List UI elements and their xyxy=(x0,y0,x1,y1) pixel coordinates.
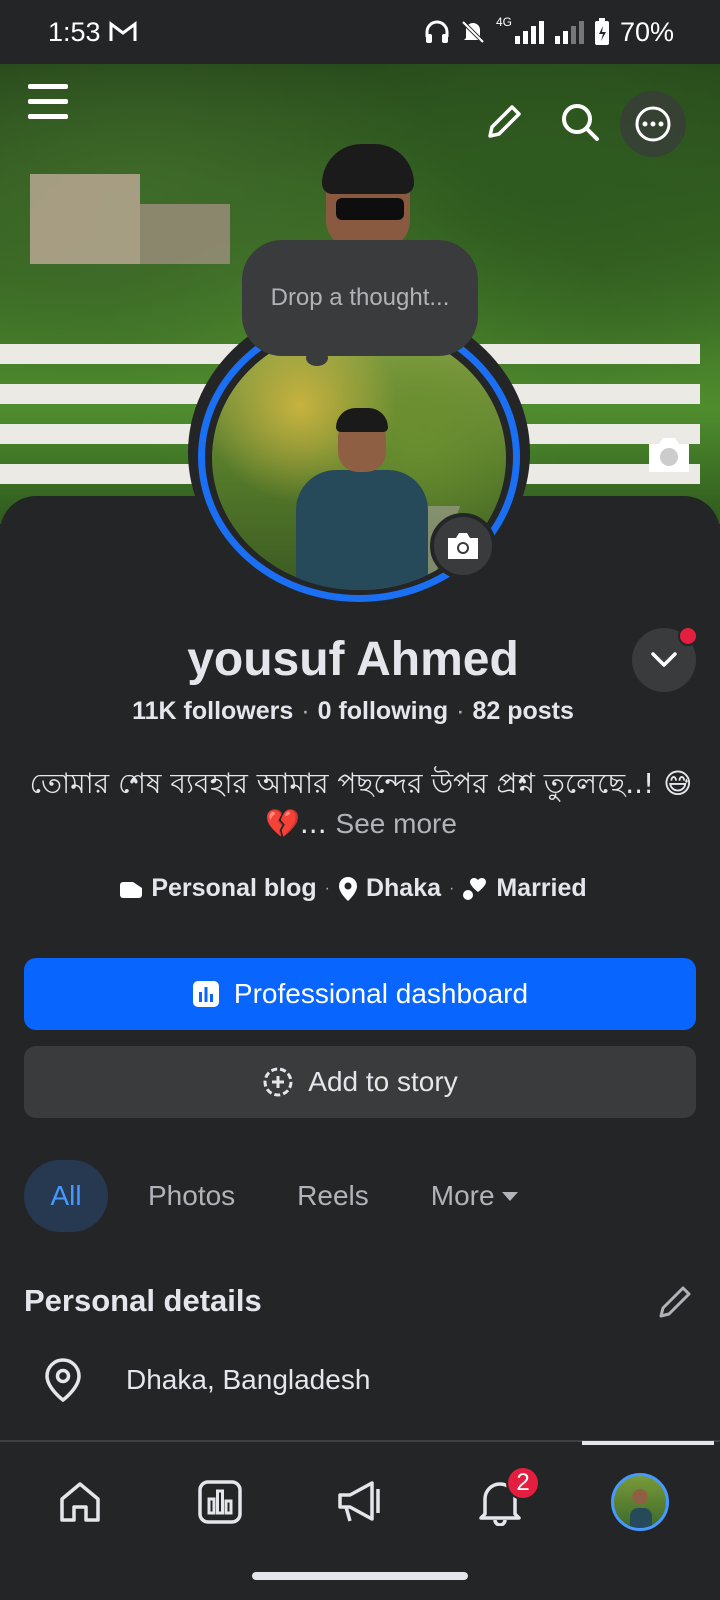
drop-thought-bubble[interactable]: Drop a thought... xyxy=(242,240,478,356)
battery-icon xyxy=(594,18,609,45)
posts-count[interactable]: 82 posts xyxy=(472,697,573,725)
bar-chart-icon xyxy=(192,981,219,1007)
professional-dashboard-label: Professional dashboard xyxy=(233,978,529,1009)
location-pin-icon xyxy=(45,1358,81,1402)
edit-cover-photo-button[interactable] xyxy=(644,432,694,476)
more-dots-icon xyxy=(635,106,671,142)
thought-placeholder: Drop a thought... xyxy=(270,284,450,311)
followers-count[interactable]: 11K followers xyxy=(132,697,293,725)
edit-details-button[interactable] xyxy=(656,1283,696,1323)
caret-down-icon xyxy=(501,1192,518,1201)
add-story-icon xyxy=(263,1067,293,1097)
pencil-icon xyxy=(659,1286,691,1318)
cover-person-sunglasses xyxy=(336,198,404,220)
current-city-text: Dhaka, Bangladesh xyxy=(126,1364,371,1395)
home-indicator[interactable] xyxy=(252,1572,468,1580)
camera-icon xyxy=(649,438,689,472)
detail-location: Dhaka xyxy=(338,874,441,903)
tab-photos[interactable]: Photos xyxy=(128,1160,255,1232)
battery-level: 70% xyxy=(619,16,674,47)
search-icon xyxy=(562,104,599,141)
nav-home[interactable] xyxy=(30,1452,130,1552)
add-to-story-button[interactable]: Add to story xyxy=(24,1046,696,1118)
megaphone-icon xyxy=(338,1481,380,1522)
chevron-down-icon xyxy=(651,652,677,667)
hamburger-icon xyxy=(28,84,68,119)
intro-details: Personal blog · Dhaka · Married xyxy=(0,874,706,903)
notification-dot xyxy=(678,626,698,646)
nav-dashboard[interactable] xyxy=(170,1452,270,1552)
tab-reels[interactable]: Reels xyxy=(277,1160,389,1232)
hearts-icon xyxy=(463,877,487,900)
status-left: 1:53 xyxy=(48,17,137,48)
following-count[interactable]: 0 following xyxy=(318,697,449,725)
profile-bio: তোমার শেষ ব্যবহার আমার পছন্দের উপর প্রশ্… xyxy=(16,764,706,844)
edit-profile-picture-button[interactable] xyxy=(430,513,496,579)
personal-details-title: Personal details xyxy=(24,1283,262,1318)
status-time: 1:53 xyxy=(48,16,101,47)
mute-bell-icon xyxy=(461,20,485,44)
add-to-story-label: Add to story xyxy=(308,1066,458,1097)
location-pin-icon xyxy=(338,876,357,901)
notifications-badge: 2 xyxy=(506,1466,540,1500)
more-options-button[interactable] xyxy=(620,91,686,157)
status-right: 4G 70% xyxy=(424,14,674,48)
pencil-icon xyxy=(488,105,521,138)
tab-all[interactable]: All xyxy=(24,1160,108,1232)
see-more-link[interactable]: See more xyxy=(336,808,457,839)
profile-name: yousuf Ahmed xyxy=(187,633,519,686)
detail-current-city: Dhaka, Bangladesh xyxy=(44,1358,370,1402)
gmail-icon xyxy=(109,21,137,41)
nav-ad-center[interactable] xyxy=(310,1452,410,1552)
tab-more[interactable]: More xyxy=(411,1160,539,1232)
home-icon xyxy=(60,1482,100,1522)
detail-category: Personal blog xyxy=(119,874,317,903)
thought-bubble-tail xyxy=(306,350,328,366)
signal-icon-1 xyxy=(514,21,544,44)
bottom-nav: 2 xyxy=(0,1442,720,1562)
nav-profile[interactable] xyxy=(590,1452,690,1552)
avatar xyxy=(611,1473,669,1531)
dashboard-icon xyxy=(198,1480,242,1524)
edit-profile-button[interactable] xyxy=(484,102,524,142)
cover-building-2 xyxy=(140,204,230,264)
menu-button[interactable] xyxy=(26,80,70,124)
page-flag-icon xyxy=(120,881,143,898)
network-type: 4G xyxy=(495,14,512,29)
cover-person-hair xyxy=(322,144,414,194)
camera-icon xyxy=(448,533,478,559)
signal-icon-2 xyxy=(554,21,584,44)
profile-stats: 11K followers · 0 following · 82 posts xyxy=(132,697,574,725)
detail-relationship: Married xyxy=(462,874,587,903)
cover-building xyxy=(30,174,140,264)
headphones-icon xyxy=(425,20,449,43)
search-button[interactable] xyxy=(558,100,602,144)
nav-notifications[interactable]: 2 xyxy=(450,1452,550,1552)
profile-tabs: All Photos Reels More xyxy=(24,1160,539,1232)
status-bar: 1:53 4G 70% xyxy=(0,0,720,64)
professional-dashboard-button[interactable]: Professional dashboard xyxy=(24,958,696,1030)
